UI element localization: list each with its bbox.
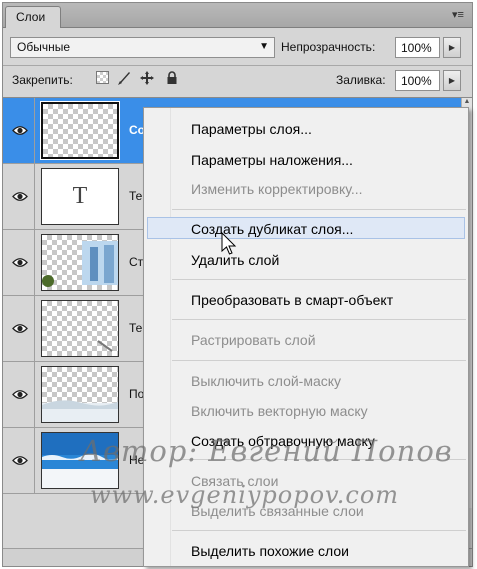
visibility-toggle[interactable] bbox=[3, 230, 35, 295]
text-layer-thumbnail[interactable]: T bbox=[41, 168, 119, 225]
divider bbox=[3, 65, 472, 66]
layer-thumbnail[interactable] bbox=[41, 300, 119, 357]
menu-item-select-linked-layers[interactable]: Выделить связанные слои bbox=[144, 500, 468, 522]
eye-icon bbox=[12, 258, 28, 267]
menu-separator bbox=[172, 459, 466, 460]
visibility-toggle[interactable] bbox=[3, 428, 35, 493]
layer-thumbnail[interactable] bbox=[41, 366, 119, 423]
eye-icon bbox=[12, 324, 28, 333]
lock-all-icon[interactable] bbox=[164, 70, 180, 86]
menu-item-convert-smart-object[interactable]: Преобразовать в смарт-объект bbox=[144, 289, 468, 311]
menu-item-delete-layer[interactable]: Удалить слой bbox=[144, 249, 468, 271]
menu-separator bbox=[172, 279, 466, 280]
menu-item-select-similar-layers[interactable]: Выделить похожие слои bbox=[144, 540, 468, 562]
menu-separator bbox=[172, 319, 466, 320]
panel-menu-icon[interactable]: ▾≡ bbox=[450, 8, 466, 22]
lock-image-pixels-icon[interactable] bbox=[116, 70, 132, 86]
opacity-label: Непрозрачность: bbox=[281, 40, 376, 54]
mouse-cursor-icon bbox=[221, 232, 237, 255]
eye-icon bbox=[12, 192, 28, 201]
menu-item-link-layers[interactable]: Связать слои bbox=[144, 470, 468, 492]
chevron-down-icon: ▼ bbox=[259, 41, 269, 52]
menu-item-layer-properties[interactable]: Параметры слоя... bbox=[144, 118, 468, 140]
menu-item-rasterize-layer[interactable]: Растрировать слой bbox=[144, 329, 468, 351]
eye-icon bbox=[12, 126, 28, 135]
visibility-toggle[interactable] bbox=[3, 362, 35, 427]
eye-icon bbox=[12, 390, 28, 399]
menu-item-disable-layer-mask[interactable]: Выключить слой-маску bbox=[144, 370, 468, 392]
visibility-toggle[interactable] bbox=[3, 296, 35, 361]
layer-thumbnail[interactable] bbox=[41, 432, 119, 489]
lock-position-icon[interactable] bbox=[139, 70, 155, 86]
menu-item-create-clipping-mask[interactable]: Создать обтравочную маску bbox=[144, 430, 468, 452]
blend-mode-select[interactable]: Обычные ▼ bbox=[10, 37, 275, 58]
menu-separator bbox=[172, 530, 466, 531]
visibility-toggle[interactable] bbox=[3, 98, 35, 163]
menu-separator bbox=[172, 209, 466, 210]
menu-item-duplicate-layer[interactable]: Создать дубликат слоя... bbox=[147, 217, 465, 239]
menu-item-enable-vector-mask[interactable]: Включить векторную маску bbox=[144, 400, 468, 422]
fill-label: Заливка: bbox=[336, 73, 386, 87]
lock-transparent-pixels-icon[interactable] bbox=[94, 70, 110, 86]
layer-name[interactable]: Ст bbox=[129, 255, 143, 269]
menu-separator bbox=[172, 360, 466, 361]
layer-context-menu: Параметры слоя... Параметры наложения...… bbox=[143, 107, 469, 567]
eye-icon bbox=[12, 456, 28, 465]
tab-layers[interactable]: Слои bbox=[5, 6, 61, 28]
layer-thumbnail[interactable] bbox=[40, 101, 120, 160]
opacity-slider-button[interactable]: ▶ bbox=[443, 37, 461, 58]
opacity-input[interactable]: 100% bbox=[395, 37, 440, 58]
visibility-toggle[interactable] bbox=[3, 164, 35, 229]
layer-name[interactable]: Те bbox=[129, 189, 142, 203]
lock-label: Закрепить: bbox=[12, 73, 73, 87]
fill-slider-button[interactable]: ▶ bbox=[443, 70, 461, 91]
blend-mode-value: Обычные bbox=[17, 40, 71, 54]
menu-item-edit-adjustment[interactable]: Изменить корректировку... bbox=[144, 178, 468, 200]
layer-name[interactable]: Те bbox=[129, 321, 142, 335]
panel-tab-bar: Слои ▾≡ bbox=[3, 3, 472, 28]
fill-input[interactable]: 100% bbox=[395, 70, 440, 91]
menu-item-blending-options[interactable]: Параметры наложения... bbox=[144, 149, 468, 171]
layer-thumbnail[interactable] bbox=[41, 234, 119, 291]
